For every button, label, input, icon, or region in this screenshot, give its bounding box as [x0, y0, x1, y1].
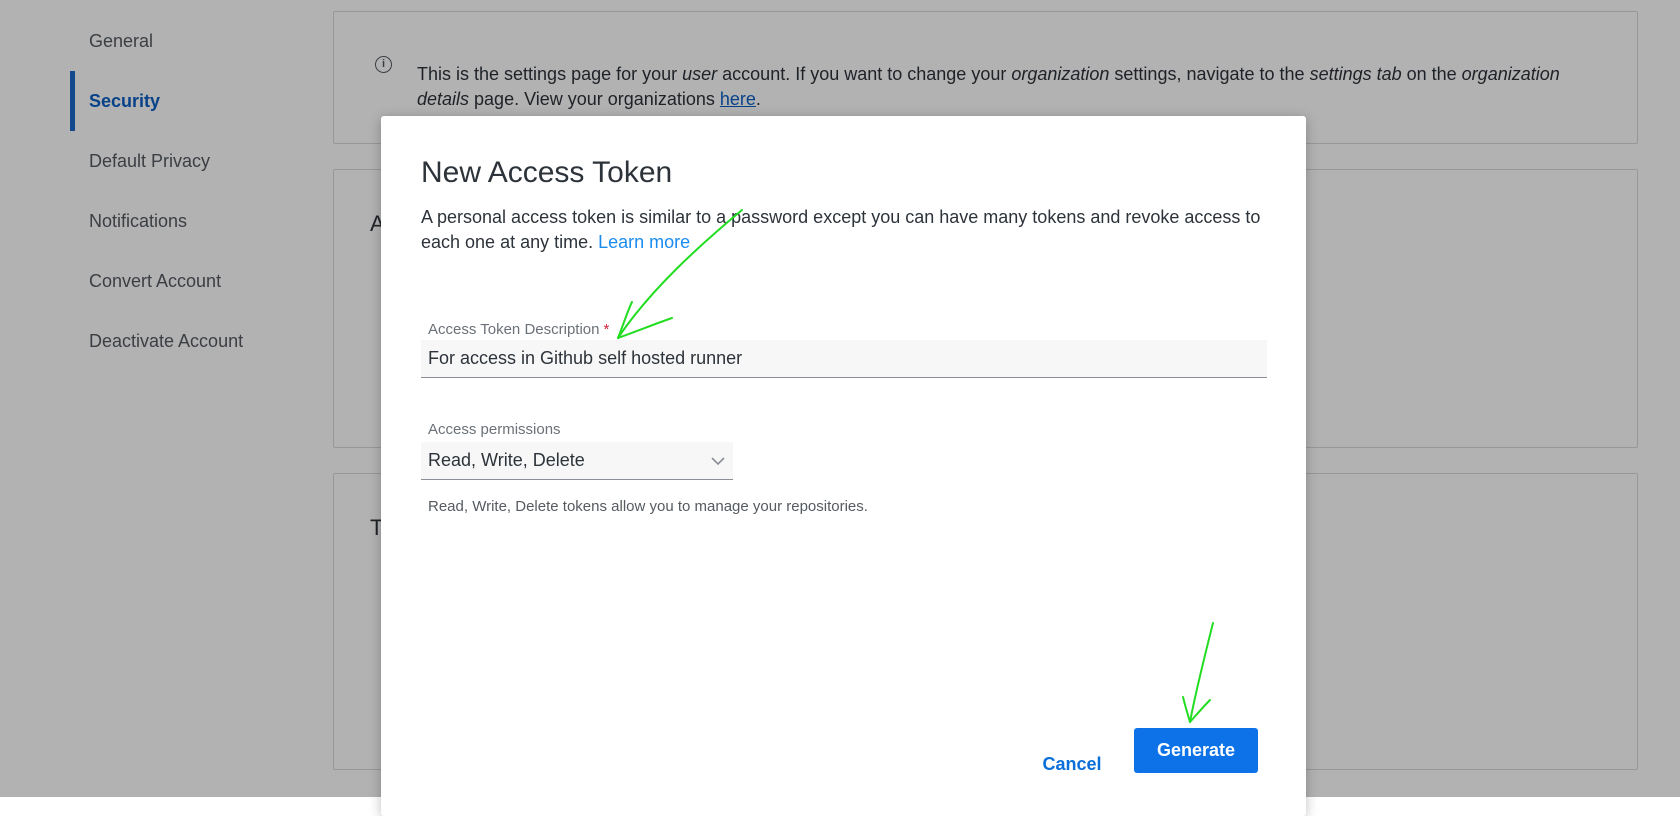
cancel-button[interactable]: Cancel	[1022, 742, 1122, 786]
permissions-field-label: Access permissions	[428, 421, 561, 438]
modal-description: A personal access token is similar to a …	[421, 205, 1271, 255]
modal-title: New Access Token	[421, 156, 673, 189]
new-access-token-modal: New Access Token A personal access token…	[381, 116, 1306, 816]
description-label-text: Access Token Description	[428, 321, 600, 338]
permissions-helper-text: Read, Write, Delete tokens allow you to …	[428, 498, 868, 515]
required-asterisk: *	[603, 321, 610, 338]
chevron-down-icon	[711, 456, 725, 465]
learn-more-link[interactable]: Learn more	[598, 232, 690, 252]
generate-button[interactable]: Generate	[1134, 728, 1258, 773]
access-permissions-select[interactable]: Read, Write, Delete	[421, 442, 733, 480]
access-token-description-input[interactable]	[421, 340, 1267, 378]
description-field-label: Access Token Description *	[428, 321, 609, 338]
permissions-selected-value: Read, Write, Delete	[428, 450, 585, 470]
description-text: A personal access token is similar to a …	[421, 207, 1261, 252]
